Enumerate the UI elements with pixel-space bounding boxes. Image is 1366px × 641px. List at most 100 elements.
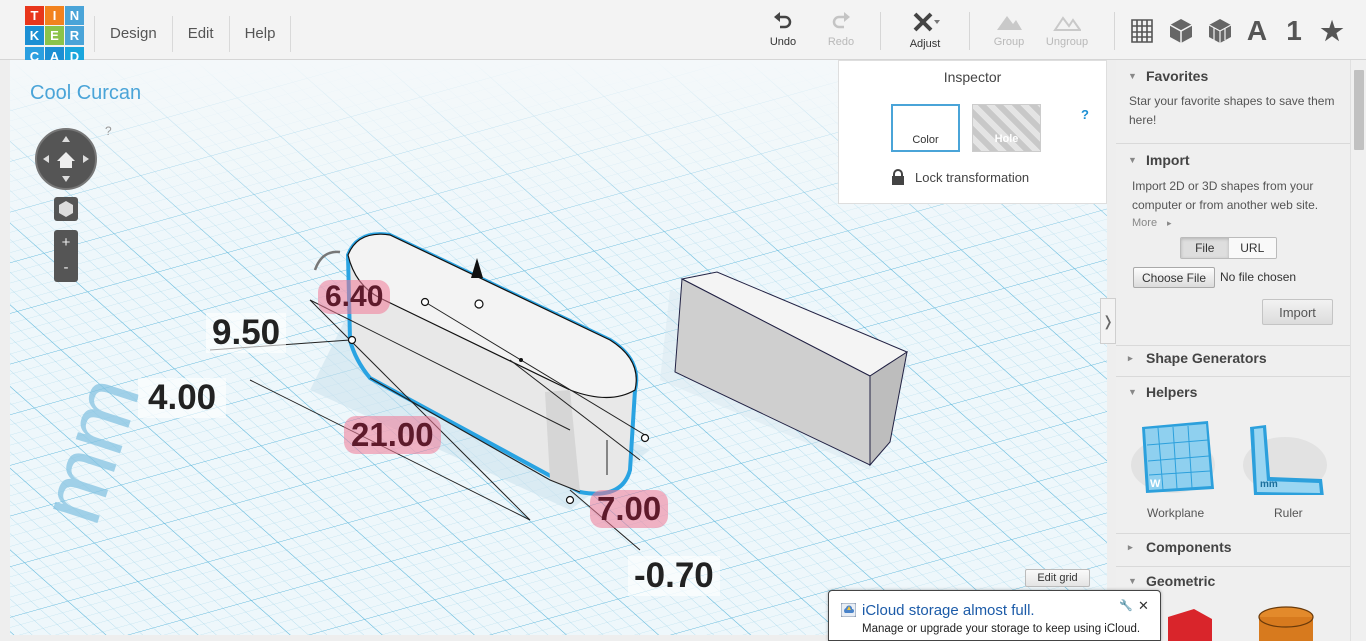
geometric-header[interactable]: ▼ Geometric bbox=[1128, 573, 1215, 589]
more-arrow-icon: ▸ bbox=[1167, 218, 1172, 228]
adjust-button[interactable]: Adjust bbox=[895, 12, 955, 50]
dimension-elevation-value[interactable]: -0.70 bbox=[628, 556, 720, 596]
workplane-label: Workplane bbox=[1147, 506, 1205, 520]
favorites-text: Star your favorite shapes to save them h… bbox=[1129, 94, 1335, 127]
components-header[interactable]: ▸ Components bbox=[1128, 539, 1232, 555]
view-cube-icon[interactable] bbox=[54, 197, 78, 221]
collapsed-icon: ▸ bbox=[1128, 352, 1133, 363]
geometric-box-shape[interactable] bbox=[1164, 605, 1214, 641]
adjust-label: Adjust bbox=[909, 38, 941, 50]
ungroup-label: Ungroup bbox=[1045, 36, 1089, 48]
group-icon bbox=[997, 16, 1022, 30]
menu-edit[interactable]: Edit bbox=[173, 16, 230, 52]
lock-transformation[interactable]: Lock transformation bbox=[891, 169, 1029, 186]
logo-letter: N bbox=[65, 6, 84, 25]
geometric-cylinder-shape[interactable] bbox=[1256, 605, 1316, 641]
svg-text:W: W bbox=[1150, 478, 1161, 490]
shapes-panel: ▼ Favorites Star your favorite shapes to … bbox=[1116, 60, 1350, 641]
tinkercad-logo[interactable]: T I N K E R C A D bbox=[25, 6, 85, 66]
redo-icon bbox=[832, 12, 850, 29]
favorites-title: Favorites bbox=[1146, 68, 1209, 84]
url-tab[interactable]: URL bbox=[1228, 238, 1276, 258]
ruler-label: Ruler bbox=[1274, 506, 1303, 520]
group-button[interactable]: Group bbox=[979, 12, 1039, 48]
redo-button[interactable]: Redo bbox=[811, 12, 871, 48]
edit-grid-button[interactable]: Edit grid bbox=[1025, 569, 1090, 587]
lock-icon bbox=[892, 169, 904, 185]
undo-icon bbox=[774, 12, 792, 29]
top-bar: T I N K E R C A D Design Edit Help Undo … bbox=[0, 0, 1366, 66]
choose-file-button[interactable]: Choose File bbox=[1133, 267, 1215, 288]
dimension-length-value[interactable]: 21.00 bbox=[344, 416, 441, 454]
group-label: Group bbox=[993, 36, 1025, 48]
no-file-label: No file chosen bbox=[1220, 270, 1297, 284]
close-icon[interactable]: ✕ bbox=[1138, 598, 1149, 614]
text-icon[interactable]: A bbox=[1240, 14, 1274, 48]
project-name[interactable]: Cool Curcan bbox=[30, 82, 141, 105]
logo-letter: E bbox=[45, 26, 64, 46]
expanded-icon: ▼ bbox=[1128, 155, 1137, 165]
helpers-title: Helpers bbox=[1146, 384, 1198, 400]
shape-generators-title: Shape Generators bbox=[1146, 350, 1267, 366]
panel-scrollbar[interactable] bbox=[1350, 60, 1366, 641]
icloud-icon bbox=[841, 603, 856, 617]
scrollbar-thumb[interactable] bbox=[1354, 70, 1364, 150]
import-more-link[interactable]: More bbox=[1132, 214, 1157, 233]
orbit-control[interactable] bbox=[35, 128, 97, 190]
zoom-out-button[interactable]: - bbox=[54, 256, 78, 282]
undo-button[interactable]: Undo bbox=[753, 12, 813, 48]
import-button[interactable]: Import bbox=[1262, 299, 1333, 325]
dimension-top-value[interactable]: 6.40 bbox=[318, 280, 391, 314]
wireframe-icon[interactable] bbox=[1203, 14, 1237, 48]
adjust-icon bbox=[913, 12, 940, 32]
favorites-header[interactable]: ▼ Favorites bbox=[1128, 68, 1208, 84]
zoom-in-button[interactable]: + bbox=[54, 230, 78, 256]
collapse-panel-button[interactable]: ❭ bbox=[1100, 298, 1116, 344]
box-icon[interactable] bbox=[1164, 14, 1198, 48]
undo-label: Undo bbox=[769, 36, 797, 48]
inspector-help[interactable]: ? bbox=[1081, 107, 1089, 122]
dimension-width-value[interactable]: 9.50 bbox=[206, 313, 287, 353]
logo-letter: T bbox=[25, 6, 44, 25]
lock-label: Lock transformation bbox=[915, 170, 1030, 185]
inspector-panel: Inspector Color Hole ? Lock transformati… bbox=[838, 60, 1107, 204]
home-icon bbox=[57, 152, 75, 168]
notification-body: Manage or upgrade your storage to keep u… bbox=[862, 623, 1141, 635]
hole-button[interactable]: Hole bbox=[972, 104, 1041, 152]
geometric-title: Geometric bbox=[1146, 573, 1216, 589]
dimension-height-value[interactable]: 7.00 bbox=[590, 490, 669, 528]
view-help[interactable]: ? bbox=[105, 124, 112, 138]
file-tab[interactable]: File bbox=[1181, 238, 1229, 258]
number-icon[interactable]: 1 bbox=[1277, 14, 1311, 48]
main-menu: Design Edit Help bbox=[94, 16, 292, 52]
inspector-title: Inspector bbox=[943, 69, 1002, 85]
ruler-helper[interactable]: mm bbox=[1240, 415, 1330, 497]
color-button[interactable]: Color bbox=[891, 104, 960, 152]
dimension-depth-value[interactable]: 4.00 bbox=[138, 378, 227, 418]
shape-generators-header[interactable]: ▸ Shape Generators bbox=[1128, 350, 1267, 366]
ungroup-icon bbox=[1053, 16, 1081, 31]
star-icon[interactable]: ★ bbox=[1315, 14, 1349, 48]
components-title: Components bbox=[1146, 539, 1232, 555]
import-title: Import bbox=[1146, 152, 1190, 168]
redo-label: Redo bbox=[827, 36, 855, 48]
menu-help[interactable]: Help bbox=[230, 16, 292, 52]
ungroup-button[interactable]: Ungroup bbox=[1037, 12, 1097, 48]
helpers-header[interactable]: ▼ Helpers bbox=[1128, 384, 1197, 400]
workplane-helper[interactable]: W bbox=[1128, 415, 1218, 495]
svg-text:mm: mm bbox=[1260, 479, 1278, 490]
menu-design[interactable]: Design bbox=[94, 16, 173, 52]
expanded-icon: ▼ bbox=[1128, 387, 1137, 397]
collapsed-icon: ▸ bbox=[1128, 541, 1133, 552]
pin-icon[interactable]: 🔧 bbox=[1119, 599, 1133, 612]
zoom-control: + - bbox=[54, 230, 78, 282]
expanded-icon: ▼ bbox=[1128, 576, 1137, 586]
logo-letter: K bbox=[25, 26, 44, 46]
import-source-toggle: File URL bbox=[1180, 237, 1277, 259]
workplane-grid-icon[interactable] bbox=[1125, 14, 1159, 48]
icloud-notification[interactable]: iCloud storage almost full. Manage or up… bbox=[828, 590, 1161, 641]
import-header[interactable]: ▼ Import bbox=[1128, 152, 1190, 168]
logo-letter: R bbox=[65, 26, 84, 46]
logo-letter: I bbox=[45, 6, 64, 25]
import-text: Import 2D or 3D shapes from your compute… bbox=[1132, 179, 1319, 212]
